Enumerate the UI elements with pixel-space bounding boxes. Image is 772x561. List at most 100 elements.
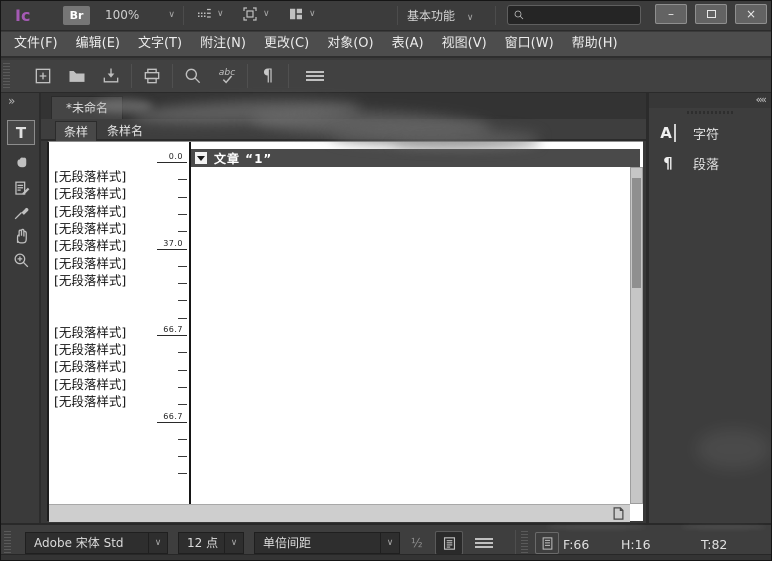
note-tool[interactable] (7, 176, 35, 201)
workspace-switcher[interactable]: 基本功能 ∨ (407, 7, 473, 24)
paragraph-style-row[interactable]: [无段落样式] (54, 322, 126, 338)
close-button[interactable]: × (735, 4, 767, 24)
collapse-story-icon[interactable] (195, 152, 207, 164)
ruler-tick (178, 473, 187, 474)
paragraph-style-row[interactable]: [无段落样式] (54, 201, 126, 217)
divider (288, 64, 289, 88)
ruler-tick (178, 197, 187, 198)
leading-select[interactable]: 单倍间距 ∨ (254, 532, 400, 554)
ruler-tick (157, 249, 187, 250)
hand-tool[interactable] (7, 224, 35, 249)
zoom-level-value: 100% (105, 8, 139, 22)
open-button[interactable] (60, 62, 94, 90)
page-info-icon[interactable] (611, 506, 626, 521)
paragraph-style-row[interactable]: [无段落样式] (54, 218, 126, 234)
statusbar-menu-button[interactable] (475, 538, 493, 548)
dock-header: «« (649, 93, 772, 108)
ruler-tick (157, 162, 187, 163)
expand-panel-icon[interactable]: » (8, 94, 15, 108)
menu-item[interactable]: 窗口(W) (496, 32, 563, 56)
view-options-dropdown[interactable]: ∨ (195, 5, 224, 23)
galley-view-tab-2[interactable]: 条样名 (99, 121, 151, 141)
titlebar: Ic Br 100% ∨ ∨ ∨ ∨ (1, 1, 772, 31)
paragraph-style-row[interactable]: [无段落样式] (54, 374, 126, 390)
statusbar-grip[interactable] (4, 531, 11, 555)
paragraph-style-row[interactable]: [无段落样式] (54, 183, 126, 199)
zoom-level-dropdown[interactable]: 100% ∨ (97, 6, 177, 25)
paragraph-style-row[interactable]: [无段落样式] (54, 391, 126, 407)
paragraph-style-row[interactable]: [无段落样式] (54, 235, 126, 251)
hidden-characters-icon: ¶ (263, 66, 274, 86)
paragraph-style-row[interactable]: [无段落样式] (54, 356, 126, 372)
paragraph-style-row[interactable]: [无段落样式] (54, 253, 126, 269)
copyfit-info-button[interactable] (535, 532, 559, 554)
search-button[interactable] (176, 62, 210, 90)
right-dock: «« A 字符 ¶ 段落 (646, 93, 772, 523)
bridge-button[interactable]: Br (63, 6, 90, 25)
ruler-depth-label: 37.0 (163, 239, 183, 248)
menu-item[interactable]: 更改(C) (255, 32, 318, 56)
view-options-icon (195, 5, 213, 23)
line-spacing-icon: ½ (411, 536, 423, 550)
character-panel-icon: A (655, 124, 681, 142)
new-document-icon (33, 66, 53, 86)
menu-item[interactable]: 文件(F) (5, 32, 67, 56)
toolbar-menu-button[interactable] (298, 62, 332, 90)
ruler-depth-label: 0.0 (169, 152, 183, 161)
copyfit-depth-count: H:16 (621, 537, 651, 552)
galley-view: [无段落样式][无段落样式][无段落样式][无段落样式][无段落样式][无段落样… (47, 141, 643, 521)
menu-item[interactable]: 文字(T) (129, 32, 191, 56)
divider (183, 6, 184, 25)
statusbar-grip-2[interactable] (521, 531, 528, 555)
arrange-documents-dropdown[interactable]: ∨ (287, 5, 316, 23)
document-tab[interactable]: *未命名 (51, 96, 123, 119)
paragraph-style-row[interactable]: [无段落样式] (54, 339, 126, 355)
character-panel-button[interactable]: A 字符 (655, 119, 770, 147)
type-tool[interactable]: T (7, 120, 35, 145)
eyedropper-tool[interactable] (7, 200, 35, 225)
screen-mode-dropdown[interactable]: ∨ (241, 5, 270, 23)
new-document-button[interactable] (26, 62, 60, 90)
style-rows: [无段落样式][无段落样式][无段落样式][无段落样式][无段落样式][无段落样… (49, 142, 149, 504)
save-button[interactable] (94, 62, 128, 90)
document-tab-bar: *未命名 (41, 93, 646, 119)
horizontal-scrollbar[interactable] (49, 504, 630, 522)
spell-check-button[interactable]: abc (210, 62, 244, 90)
paragraph-style-row[interactable]: [无段落样式] (54, 270, 126, 286)
scrollbar-thumb[interactable] (632, 178, 641, 288)
font-size-select[interactable]: 12 点 ∨ (178, 532, 244, 554)
copyfit-words-count: T:82 (701, 537, 727, 552)
maximize-button[interactable] (695, 4, 727, 24)
minimize-button[interactable]: – (655, 4, 687, 24)
menu-item[interactable]: 对象(O) (318, 32, 382, 56)
menu-item[interactable]: 视图(V) (433, 32, 496, 56)
paragraph-panel-button[interactable]: ¶ 段落 (655, 149, 770, 177)
collapse-dock-icon[interactable]: «« (756, 93, 765, 106)
font-family-select[interactable]: Adobe 宋体 Std ∨ (25, 532, 168, 554)
search-input[interactable] (525, 9, 630, 22)
hidden-characters-button[interactable]: ¶ (251, 62, 285, 90)
divider (172, 64, 173, 88)
galley-view-tab[interactable]: 条样 (55, 121, 97, 141)
note-tool-icon (12, 179, 31, 198)
chevron-down-icon: ∨ (467, 13, 474, 23)
toolbar: abc ¶ (1, 60, 772, 93)
vertical-scrollbar[interactable] (630, 167, 643, 504)
zoom-tool[interactable] (7, 248, 35, 273)
menu-item[interactable]: 编辑(E) (67, 32, 129, 56)
menu-item[interactable]: 表(A) (383, 32, 433, 56)
chevron-down-icon: ∨ (224, 533, 243, 553)
menu-item[interactable]: 附注(N) (191, 32, 255, 56)
info-panel-toggle[interactable] (435, 531, 463, 555)
search-box[interactable] (507, 5, 641, 25)
ruler-tick (178, 404, 187, 405)
toolbar-grip[interactable] (3, 63, 10, 89)
position-tool[interactable] (7, 150, 35, 175)
document-pane: *未命名 条样 条样名 [无段落样式][无段落样式][无段落样式][无段落样式]… (41, 93, 646, 523)
print-button[interactable] (135, 62, 169, 90)
incopy-logo: Ic (15, 6, 30, 25)
paragraph-style-row[interactable]: [无段落样式] (54, 166, 126, 182)
story-header[interactable]: 文章 “1” (191, 149, 640, 167)
menu-item[interactable]: 帮助(H) (563, 32, 627, 56)
dock-grip[interactable] (687, 111, 735, 114)
